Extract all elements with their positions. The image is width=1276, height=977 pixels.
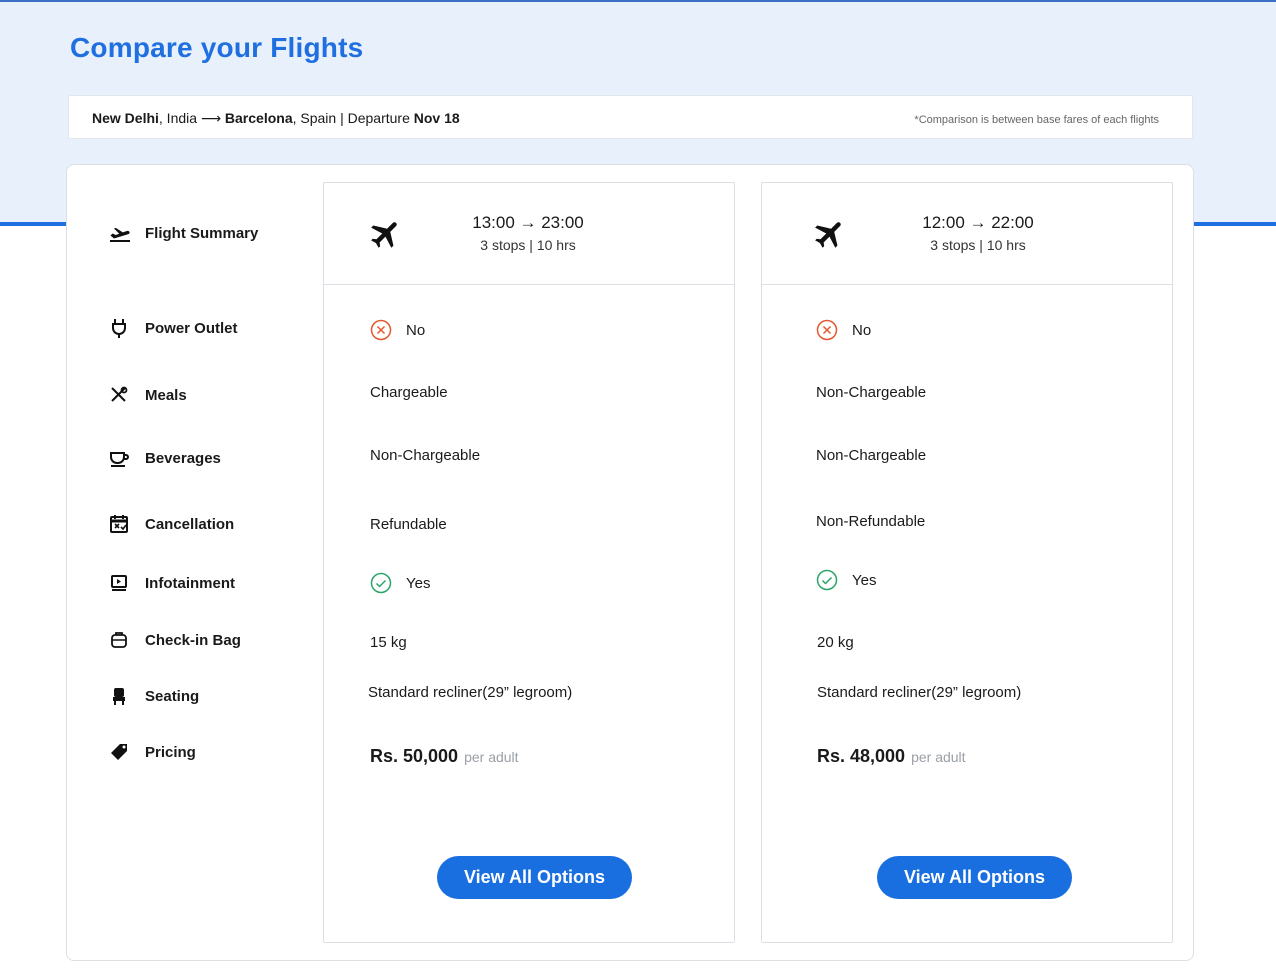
meals-value-1: Chargeable xyxy=(370,384,448,401)
label-text: Power Outlet xyxy=(145,319,238,337)
cancellation-value-1: Refundable xyxy=(370,516,447,533)
price-tag-icon xyxy=(108,741,134,763)
seating-value-2: Standard recliner(29” legroom) xyxy=(817,684,1022,701)
power-outlet-text: No xyxy=(852,321,872,339)
luggage-icon xyxy=(108,629,134,651)
label-text: Meals xyxy=(145,386,187,404)
label-beverages: Beverages xyxy=(108,447,221,469)
view-all-options-button-1[interactable]: View All Options xyxy=(437,856,632,899)
screen-play-icon xyxy=(108,572,134,594)
price-value-2: Rs. 48,000 per adult xyxy=(817,746,966,767)
meals-value-2: Non-Chargeable xyxy=(816,384,927,401)
seat-icon xyxy=(108,685,134,707)
cross-circle-icon xyxy=(370,319,392,341)
label-flight-summary: Flight Summary xyxy=(108,222,258,244)
price-value-1: Rs. 50,000 per adult xyxy=(370,746,519,767)
label-text: Pricing xyxy=(145,743,196,761)
airplane-icon xyxy=(371,222,397,248)
label-text: Seating xyxy=(145,687,200,705)
label-power-outlet: Power Outlet xyxy=(108,317,238,339)
route-arrow-icon: ⟶ xyxy=(200,110,222,126)
origin-city: New Delhi xyxy=(92,110,159,126)
label-infotainment: Infotainment xyxy=(108,572,235,594)
coffee-cup-icon xyxy=(108,447,134,469)
flight-times: 12:00 → 22:00 xyxy=(922,213,1034,232)
route-summary-bar: New Delhi, India ⟶ Barcelona, Spain | De… xyxy=(68,95,1193,139)
flight-card-2: 12:00 → 22:00 3 stops | 10 hrs xyxy=(761,182,1173,943)
power-plug-icon xyxy=(108,317,134,339)
label-checkin-bag: Check-in Bag xyxy=(108,629,241,651)
power-outlet-value-1: No xyxy=(370,319,425,341)
label-cancellation: Cancellation xyxy=(108,513,234,535)
destination-city: Barcelona xyxy=(224,110,293,126)
power-outlet-value-2: No xyxy=(816,319,871,341)
checkin-bag-value-1: 15 kg xyxy=(370,634,407,651)
label-text: Check-in Bag xyxy=(145,631,241,649)
view-all-options-button-2[interactable]: View All Options xyxy=(877,856,1072,899)
label-text: Cancellation xyxy=(145,515,235,533)
price-unit: per adult xyxy=(464,749,519,765)
infotainment-text: Yes xyxy=(852,571,877,589)
infotainment-text: Yes xyxy=(406,574,431,592)
destination-country: , Spain | Departure xyxy=(292,110,414,126)
fork-knife-icon xyxy=(108,384,134,406)
page-title: Compare your Flights xyxy=(70,32,364,63)
price-unit: per adult xyxy=(911,749,966,765)
label-seating: Seating xyxy=(108,685,199,707)
check-circle-icon xyxy=(370,572,392,594)
infotainment-value-2: Yes xyxy=(816,569,876,591)
airplane-icon xyxy=(815,222,841,248)
flight-departure-icon xyxy=(108,222,134,244)
calendar-cancel-icon xyxy=(108,513,134,535)
beverages-value-1: Non-Chargeable xyxy=(370,447,481,464)
flight-summary-header: 12:00 → 22:00 3 stops | 10 hrs xyxy=(762,183,1172,285)
cross-circle-icon xyxy=(816,319,838,341)
cancellation-value-2: Non-Refundable xyxy=(816,513,926,530)
comparison-note: *Comparison is between base fares of eac… xyxy=(914,114,1159,126)
check-circle-icon xyxy=(816,569,838,591)
flight-card-1: 13:00 → 23:00 3 stops | 10 hrs xyxy=(323,182,735,943)
price-amount: Rs. 50,000 xyxy=(370,746,459,766)
flight-times: 13:00 → 23:00 xyxy=(472,213,584,232)
checkin-bag-value-2: 20 kg xyxy=(817,634,854,651)
beverages-value-2: Non-Chargeable xyxy=(816,447,927,464)
flight-stops: 3 stops | 10 hrs xyxy=(480,237,576,253)
label-pricing: Pricing xyxy=(108,741,196,763)
infotainment-value-1: Yes xyxy=(370,572,430,594)
label-meals: Meals xyxy=(108,384,187,406)
power-outlet-text: No xyxy=(406,321,426,339)
label-text: Infotainment xyxy=(145,574,235,592)
label-text: Beverages xyxy=(145,449,221,467)
flight-stops: 3 stops | 10 hrs xyxy=(930,237,1026,253)
departure-date: Nov 18 xyxy=(413,110,460,126)
label-text: Flight Summary xyxy=(145,224,259,242)
price-amount: Rs. 48,000 xyxy=(817,746,906,766)
flight-summary-header: 13:00 → 23:00 3 stops | 10 hrs xyxy=(324,183,734,285)
seating-value-1: Standard recliner(29” legroom) xyxy=(368,684,573,701)
origin-country: , India xyxy=(158,110,201,126)
route-text: New Delhi, India ⟶ Barcelona, Spain | De… xyxy=(92,110,460,127)
